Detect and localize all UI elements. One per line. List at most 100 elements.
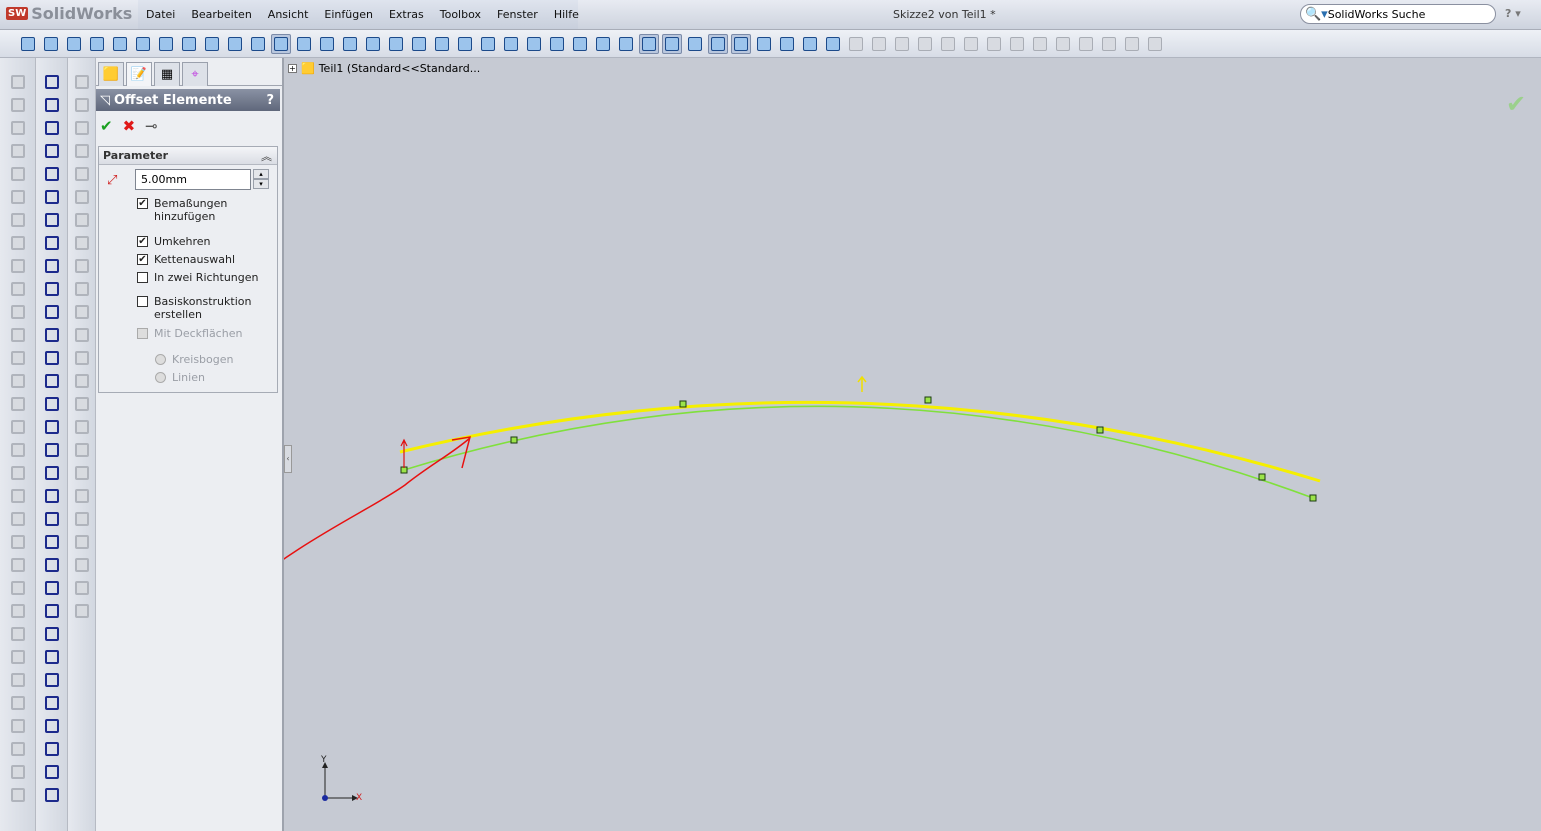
sketch-tool-25-icon[interactable] (42, 624, 62, 644)
surface-tool-2-icon[interactable] (72, 95, 92, 115)
feature-tool-11-icon[interactable] (8, 302, 28, 322)
menu-fenster[interactable]: Fenster (489, 8, 546, 21)
checkbox-bemaßungen[interactable]: ✔ Bemaßungen hinzufügen (137, 197, 227, 223)
sketch-curve[interactable] (403, 405, 1314, 499)
feature-manager-tab[interactable]: 🟨 (98, 62, 124, 86)
help-icon[interactable]: ? (266, 93, 274, 108)
sketch-tool-2-icon[interactable] (42, 95, 62, 115)
display-icon[interactable] (593, 34, 613, 54)
search-input[interactable]: 🔍▾ SolidWorks Suche (1300, 4, 1496, 24)
surface-tool-20-icon[interactable] (72, 509, 92, 529)
feature-tool-27-icon[interactable] (8, 670, 28, 690)
feature-tool-15-icon[interactable] (8, 394, 28, 414)
copy-icon[interactable] (961, 34, 981, 54)
sketch-icon[interactable] (662, 33, 682, 54)
sketch-tool-3-icon[interactable] (42, 118, 62, 138)
sketch-tool-20-icon[interactable] (42, 509, 62, 529)
ok-check-icon[interactable]: ✔ (100, 117, 113, 135)
move-icon[interactable] (892, 34, 912, 54)
feature-tool-3-icon[interactable] (8, 118, 28, 138)
sketch-tool-8-icon[interactable] (42, 233, 62, 253)
sketch-tool-5-icon[interactable] (42, 164, 62, 184)
sketch-tool-10-icon[interactable] (42, 279, 62, 299)
shaded-edges-icon[interactable] (501, 34, 521, 54)
surface-tool-16-icon[interactable] (72, 417, 92, 437)
feature-tool-6-icon[interactable] (8, 187, 28, 207)
surface-tool-17-icon[interactable] (72, 440, 92, 460)
feature-tool-29-icon[interactable] (8, 716, 28, 736)
surface-tool-7-icon[interactable] (72, 210, 92, 230)
checkbox-box[interactable]: ✔ (137, 254, 148, 265)
feature-tool-20-icon[interactable] (8, 509, 28, 529)
sketch-tool-15-icon[interactable] (42, 394, 62, 414)
grid-icon[interactable] (754, 34, 774, 54)
checkbox-kettenauswahl[interactable]: ✔ Kettenauswahl (137, 253, 235, 266)
redo-icon[interactable] (202, 34, 222, 54)
checkbox-box[interactable]: ✔ (137, 236, 148, 247)
surface-tool-12-icon[interactable] (72, 325, 92, 345)
surface-tool-21-icon[interactable] (72, 532, 92, 552)
smart-dim-icon[interactable] (685, 34, 705, 54)
offset-distance-input[interactable]: 5.00mm (135, 169, 251, 190)
save-icon[interactable] (64, 34, 84, 54)
section-icon[interactable] (570, 34, 590, 54)
open-icon[interactable] (41, 34, 61, 54)
sketch-tool-24-icon[interactable] (42, 601, 62, 621)
options-icon[interactable] (133, 34, 153, 54)
feature-tool-19-icon[interactable] (8, 486, 28, 506)
surface-tool-19-icon[interactable] (72, 486, 92, 506)
feature-tool-21-icon[interactable] (8, 532, 28, 552)
split-icon[interactable] (1007, 34, 1027, 54)
new-icon[interactable] (18, 34, 38, 54)
menu-einfügen[interactable]: Einfügen (316, 8, 381, 21)
surface-tool-6-icon[interactable] (72, 187, 92, 207)
property-manager-tab[interactable]: 📝 (126, 62, 152, 86)
hidden-icon[interactable] (524, 34, 544, 54)
sketch-tool-27-icon[interactable] (42, 670, 62, 690)
relations-icon[interactable] (708, 33, 728, 54)
pin-icon[interactable]: ⊸ (145, 117, 158, 135)
sketch-tool-19-icon[interactable] (42, 486, 62, 506)
wireframe-icon[interactable] (547, 34, 567, 54)
sketch-tool-31-icon[interactable] (42, 762, 62, 782)
trim-icon[interactable] (800, 34, 820, 54)
sketch-tool-13-icon[interactable] (42, 348, 62, 368)
view-di-icon[interactable] (455, 34, 475, 54)
sketch-tool-26-icon[interactable] (42, 647, 62, 667)
feature-tool-12-icon[interactable] (8, 325, 28, 345)
surface-tool-9-icon[interactable] (72, 256, 92, 276)
surface-tool-10-icon[interactable] (72, 279, 92, 299)
feature-tool-14-icon[interactable] (8, 371, 28, 391)
sketch-tool-6-icon[interactable] (42, 187, 62, 207)
feature-tool-1-icon[interactable] (8, 72, 28, 92)
feature-tool-4-icon[interactable] (8, 141, 28, 161)
plane-icon[interactable] (1122, 34, 1142, 54)
help-button[interactable]: ? ▾ (1505, 7, 1521, 20)
surface-tool-4-icon[interactable] (72, 141, 92, 161)
rebuild-icon[interactable] (156, 34, 176, 54)
surface-tool-23-icon[interactable] (72, 578, 92, 598)
feature-tool-5-icon[interactable] (8, 164, 28, 184)
checkbox-box[interactable] (137, 296, 148, 307)
cancel-x-icon[interactable]: ✖ (123, 117, 136, 135)
configuration-manager-tab[interactable]: ▦ (154, 62, 180, 86)
feature-tool-23-icon[interactable] (8, 578, 28, 598)
sketch-tool-14-icon[interactable] (42, 371, 62, 391)
menu-ansicht[interactable]: Ansicht (260, 8, 317, 21)
feature-tool-9-icon[interactable] (8, 256, 28, 276)
view-iso-icon[interactable] (409, 34, 429, 54)
surface-tool-18-icon[interactable] (72, 463, 92, 483)
feature-tool-25-icon[interactable] (8, 624, 28, 644)
surface-tool-3-icon[interactable] (72, 118, 92, 138)
feature-tool-24-icon[interactable] (8, 601, 28, 621)
select-icon[interactable] (248, 34, 268, 54)
checkbox-umkehren[interactable]: ✔ Umkehren (137, 235, 211, 248)
sketch-tool-18-icon[interactable] (42, 463, 62, 483)
appearance-icon[interactable] (616, 34, 636, 54)
scene-icon[interactable] (639, 33, 659, 54)
text-icon[interactable] (1099, 34, 1119, 54)
panel-splitter[interactable]: ‹ (284, 445, 292, 473)
print-icon[interactable] (87, 34, 107, 54)
point-icon[interactable] (1030, 34, 1050, 54)
checkbox-box[interactable] (137, 272, 148, 283)
